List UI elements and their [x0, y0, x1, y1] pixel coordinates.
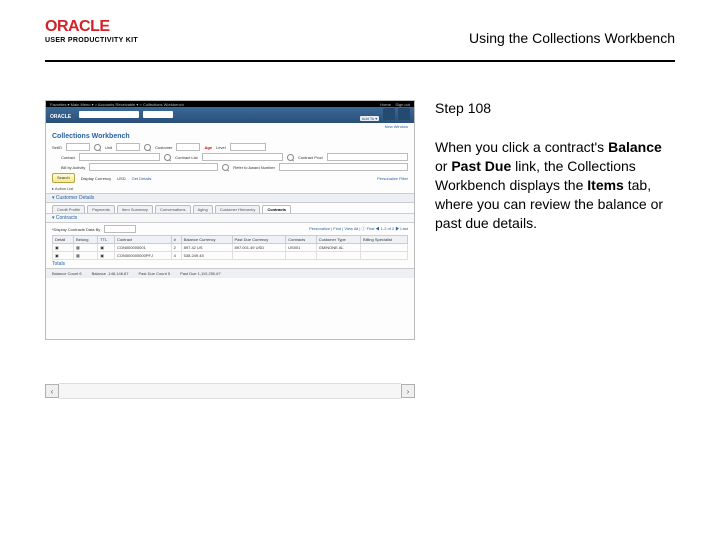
get-details-link: Get Details: [132, 176, 152, 181]
pastdue-count: Past Due Count 5: [139, 271, 171, 276]
balance-total: Balance -148,146.87: [92, 271, 129, 276]
referap-input: [279, 163, 408, 171]
tab-aging: Aging: [193, 205, 213, 213]
setid-input: [66, 143, 90, 151]
contractprod-label: Contract Prod: [298, 155, 323, 160]
display-by-label: *Display Contracts Data By: [52, 227, 100, 232]
contracts-table: Detail Belong TTL Contract # Balance Cur…: [52, 235, 408, 260]
table-row: ▣ ▦ ▣ CON000000000PFJ 4 538.249.45: [53, 252, 408, 260]
balance-count: Balance Count 6: [52, 271, 82, 276]
contact-label: Contact: [61, 155, 75, 160]
unit-input: [116, 143, 140, 151]
oracle-logo: ORACLE: [45, 18, 138, 36]
tabs-row: Credit Profile Payments Item Summary Con…: [46, 203, 414, 213]
level-input: [230, 143, 266, 151]
age-link: Age: [204, 145, 212, 150]
lookup-icon: [94, 144, 101, 151]
tab-contracts: Contracts: [262, 205, 291, 213]
pastdue-total: Past Due 1,110,250.67: [180, 271, 221, 276]
totals-link: Totals: [46, 260, 414, 268]
app-screenshot: Favorites ▾ Main Menu ▾ > Accounts Recei…: [45, 100, 415, 340]
lookup-icon: [287, 154, 294, 161]
totals-bar: Balance Count 6 Balance -148,146.87 Past…: [46, 268, 414, 278]
display-currency-label: Display Currency: [81, 176, 111, 181]
workbench-title: Collections Workbench: [46, 130, 414, 142]
search-select: [79, 111, 139, 118]
addto-pill: Add To ▾: [360, 116, 380, 121]
header: ORACLE USER PRODUCTIVITY KIT Using the C…: [45, 18, 675, 62]
navbar-icon: [398, 108, 410, 120]
oracle-subtitle: USER PRODUCTIVITY KIT: [45, 37, 138, 44]
col-ttl: TTL: [98, 236, 115, 244]
col-belong: Belong: [74, 236, 98, 244]
app-logo: ORACLE: [50, 114, 71, 120]
notification-icon: [383, 108, 395, 120]
horizontal-scrollbar[interactable]: ‹ ›: [45, 384, 415, 398]
tab-conversations: Conversations: [155, 205, 191, 213]
breadcrumb-path: Favorites ▾ Main Menu ▾ > Accounts Recei…: [50, 102, 184, 107]
contractlist-label: Contract List: [175, 155, 197, 160]
col-num: #: [171, 236, 181, 244]
col-contract: Contract: [114, 236, 171, 244]
instructions-text: When you click a contract's Balance or P…: [435, 138, 675, 232]
contractprod-input: [327, 153, 408, 161]
customer-details-section: ▾ Customer Details: [46, 193, 414, 203]
referap-label: Refer to Award Number: [233, 165, 275, 170]
display-currency-value: USD: [117, 176, 125, 181]
search-input: [143, 111, 173, 118]
col-balance: Balance Currency: [181, 236, 232, 244]
lookup-icon: [164, 154, 171, 161]
new-window-link: New Window: [46, 123, 414, 130]
contractlist-input: [202, 153, 283, 161]
col-detail: Detail: [53, 236, 74, 244]
tab-payments: Payments: [87, 205, 115, 213]
grid-nav: Personalize | Find | View All | ⓘ First …: [309, 226, 408, 232]
personalize-filter-link: Personalize Filter: [377, 176, 408, 181]
billby-label: Bill by Activity: [61, 165, 85, 170]
level-label: Level: [216, 145, 226, 150]
col-billing: Billing Specialist: [361, 236, 408, 244]
setid-label: SetID: [52, 145, 62, 150]
col-custtype: Customer Type: [316, 236, 360, 244]
tab-credit: Credit Profile: [52, 205, 85, 213]
scroll-right-button[interactable]: ›: [401, 384, 415, 398]
billby-input: [89, 163, 218, 171]
home-link: Home: [380, 102, 391, 107]
page-title: Using the Collections Workbench: [469, 30, 675, 46]
lookup-icon: [144, 144, 151, 151]
tab-items: Item Summary: [117, 205, 153, 213]
signout-link: Sign out: [395, 102, 410, 107]
customer-label: Customer: [155, 145, 172, 150]
tab-hierarchy: Customer Hierarchy: [215, 205, 261, 213]
logo-block: ORACLE USER PRODUCTIVITY KIT: [45, 18, 138, 44]
search-button: Search: [52, 173, 75, 183]
app-navbar: ORACLE Add To ▾: [46, 107, 414, 123]
scroll-track[interactable]: [59, 383, 401, 399]
section-title: Customer Details: [56, 195, 94, 201]
col-contracts: Contracts: [286, 236, 317, 244]
scroll-left-button[interactable]: ‹: [45, 384, 59, 398]
col-pastdue: Past Due Currency: [232, 236, 286, 244]
step-label: Step 108: [435, 100, 675, 116]
display-by-input: [104, 225, 136, 233]
unit-label: Unit: [105, 145, 112, 150]
contact-input: [79, 153, 160, 161]
customer-input: [176, 143, 200, 151]
lookup-icon: [222, 164, 229, 171]
table-row: ▣ ▦ ▣ CON000000001 2 897.42 US 897.001.4…: [53, 244, 408, 252]
